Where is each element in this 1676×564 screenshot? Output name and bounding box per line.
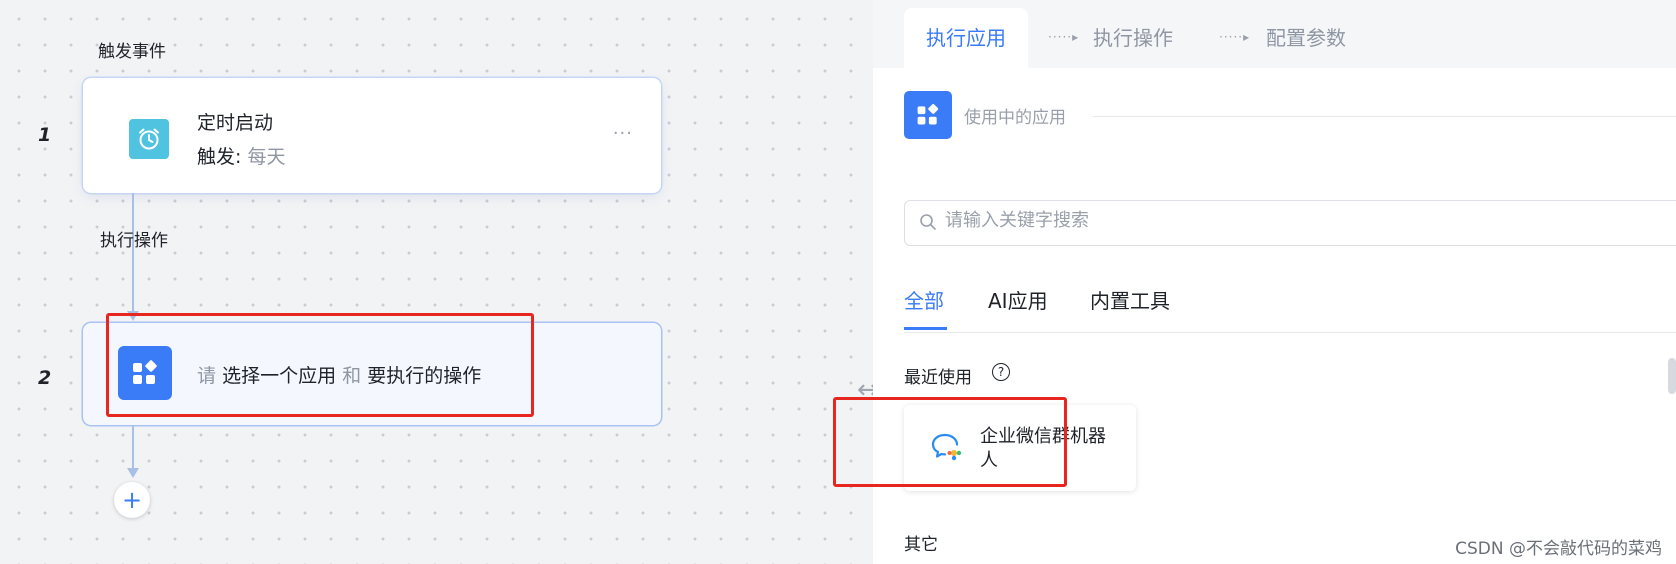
trigger-subtitle: 触发: 每天 [197,142,285,169]
alarm-clock-icon [129,119,169,159]
trigger-card[interactable]: 定时启动 触发: 每天 ··· [83,78,661,193]
connector-line [132,425,134,470]
step-bar: 执行应用 ·····▸ 执行操作 ·····▸ 配置参数 [873,0,1676,68]
other-label: 其它 [904,535,938,555]
tab-divider [904,332,1676,333]
using-apps-label: 使用中的应用 [964,108,1066,128]
action-section-label: 执行操作 [100,231,168,251]
workflow-canvas[interactable]: 触发事件 1 定时启动 触发: 每天 ··· 执行操作 2 请 选择一个应用 和… [0,0,879,564]
search-icon [920,214,936,230]
active-tab-indicator [904,327,947,330]
highlight-box [106,313,534,417]
step-number: 1 [38,124,52,146]
recent-label: 最近使用 [904,368,972,388]
trigger-frequency: 每天 [247,146,286,168]
step-configure-params[interactable]: 配置参数 [1266,8,1346,68]
scrollbar-thumb[interactable] [1668,358,1676,394]
step-execute-action[interactable]: 执行操作 [1093,8,1173,68]
tab-builtin-tools[interactable]: 内置工具 [1090,285,1170,314]
trigger-section-label: 触发事件 [98,42,166,62]
tab-all[interactable]: 全部 [904,285,944,314]
step-separator-icon: ·····▸ [1048,30,1080,44]
search-box[interactable] [904,200,1676,246]
add-step-button[interactable]: + [114,482,150,518]
more-icon[interactable]: ··· [613,123,633,144]
divider [1093,116,1676,117]
help-icon[interactable]: ? [992,363,1010,381]
arrow-down-icon [127,468,139,478]
search-input[interactable] [943,209,1547,232]
highlight-box [833,397,1067,487]
trigger-title: 定时启动 [197,112,274,134]
config-panel: 执行应用 ·····▸ 执行操作 ·····▸ 配置参数 使用中的应用 全部 A… [833,0,1676,564]
tab-ai-apps[interactable]: AI应用 [988,285,1048,314]
connector-line [132,193,134,311]
trigger-sub-prefix: 触发: [197,146,242,168]
apps-in-use-icon [904,91,952,139]
step-execute-app[interactable]: 执行应用 [904,8,1028,68]
watermark: CSDN @不会敲代码的菜鸡 [1455,539,1662,559]
step-separator-icon: ·····▸ [1219,30,1251,44]
step-number: 2 [38,367,52,389]
